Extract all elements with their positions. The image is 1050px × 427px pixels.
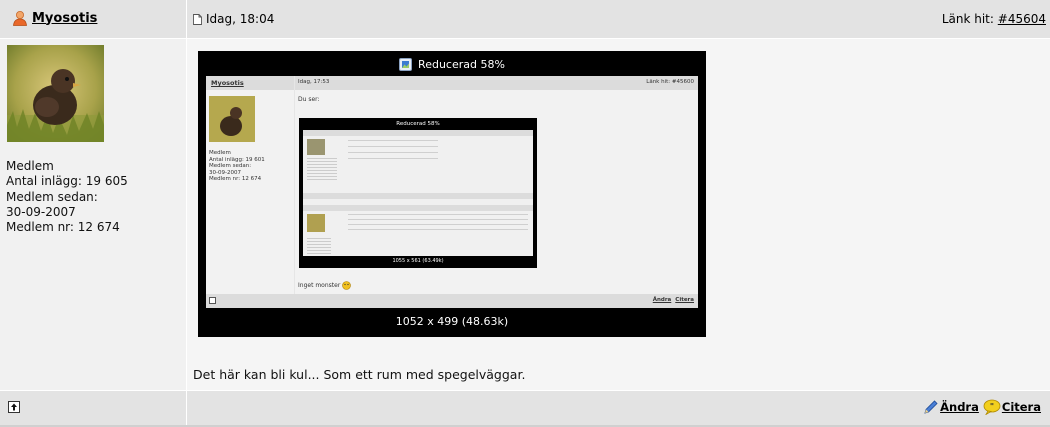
author-panel: Medlem Antal inlägg: 19 605 Medlem sedan… bbox=[0, 39, 186, 390]
post-footer-right: Ändra " Citera bbox=[187, 391, 1050, 425]
author-link[interactable]: Myosotis bbox=[12, 10, 97, 26]
inner-avatar bbox=[209, 96, 255, 142]
embedded-image[interactable]: Reducerad 58% Myosotis Idag, 17:53 Länk … bbox=[198, 51, 706, 337]
permalink: Länk hit: #45604 bbox=[942, 12, 1046, 26]
post-header-right: Idag, 18:04 Länk hit: #45604 bbox=[187, 0, 1050, 38]
author-member-since-label: Medlem sedan: bbox=[6, 189, 98, 204]
forum-post: Myosotis Idag, 18:04 Länk hit: #45604 Me… bbox=[0, 0, 1050, 427]
embedded-image-title-text: Reducerad 58% bbox=[418, 58, 505, 71]
image-icon bbox=[399, 58, 413, 71]
author-role: Medlem bbox=[6, 159, 54, 173]
inner-date: Idag, 17:53 bbox=[298, 79, 330, 85]
inner-user-info: Medlem Antal inlägg: 19 601 Medlem sedan… bbox=[209, 150, 265, 183]
post-date: Idag, 18:04 bbox=[193, 12, 274, 26]
quote-bubble-icon: " bbox=[983, 399, 1001, 415]
inner-author: Myosotis bbox=[211, 79, 244, 87]
edit-button[interactable]: Ändra bbox=[923, 399, 979, 415]
svg-text:": " bbox=[990, 402, 994, 411]
author-info: Medlem Antal inlägg: 19 605 Medlem sedan… bbox=[6, 159, 128, 235]
embedded-image-caption: 1052 x 499 (48.63k) bbox=[395, 315, 509, 328]
inner-text: Du ser: bbox=[298, 96, 320, 103]
quote-label: Citera bbox=[1001, 400, 1041, 414]
avatar-image bbox=[7, 45, 104, 142]
author-member-since: 30-09-2007 bbox=[6, 204, 76, 219]
inner-link: Länk hit: #45600 bbox=[646, 79, 694, 85]
post-message: Det här kan bli kul... Som ett rum med s… bbox=[193, 367, 526, 382]
pencil-icon bbox=[924, 400, 938, 414]
post-header-left: Myosotis bbox=[0, 0, 186, 38]
quote-button[interactable]: " Citera bbox=[983, 399, 1041, 415]
embedded-image-title: Reducerad 58% bbox=[198, 58, 706, 71]
inner-actions: Ändra Citera bbox=[652, 297, 694, 303]
embedded-screenshot: Myosotis Idag, 17:53 Länk hit: #45600 Me… bbox=[206, 76, 698, 308]
author-name[interactable]: Myosotis bbox=[32, 11, 97, 26]
permalink-label: Länk hit: bbox=[941, 12, 994, 26]
edit-label: Ändra bbox=[940, 400, 979, 414]
post-date-text: Idag, 18:04 bbox=[206, 12, 275, 26]
scroll-to-top-icon[interactable] bbox=[8, 401, 20, 413]
avatar[interactable] bbox=[7, 45, 104, 142]
author-member-nr: Medlem nr: 12 674 bbox=[6, 220, 120, 235]
user-icon bbox=[13, 11, 27, 26]
permalink-link[interactable]: #45604 bbox=[998, 12, 1046, 26]
document-icon bbox=[193, 13, 202, 25]
post-content: Reducerad 58% Myosotis Idag, 17:53 Länk … bbox=[187, 39, 1050, 390]
inner-embedded-image: Reducerad 58% 1055 x 561 (63.49k) bbox=[299, 118, 537, 268]
author-post-count: Antal inlägg: 19 605 bbox=[6, 174, 128, 189]
post-actions: Ändra " Citera bbox=[923, 399, 1041, 415]
inner-bottom-text: Inget monster bbox=[298, 281, 352, 290]
post-footer-left bbox=[0, 391, 186, 425]
